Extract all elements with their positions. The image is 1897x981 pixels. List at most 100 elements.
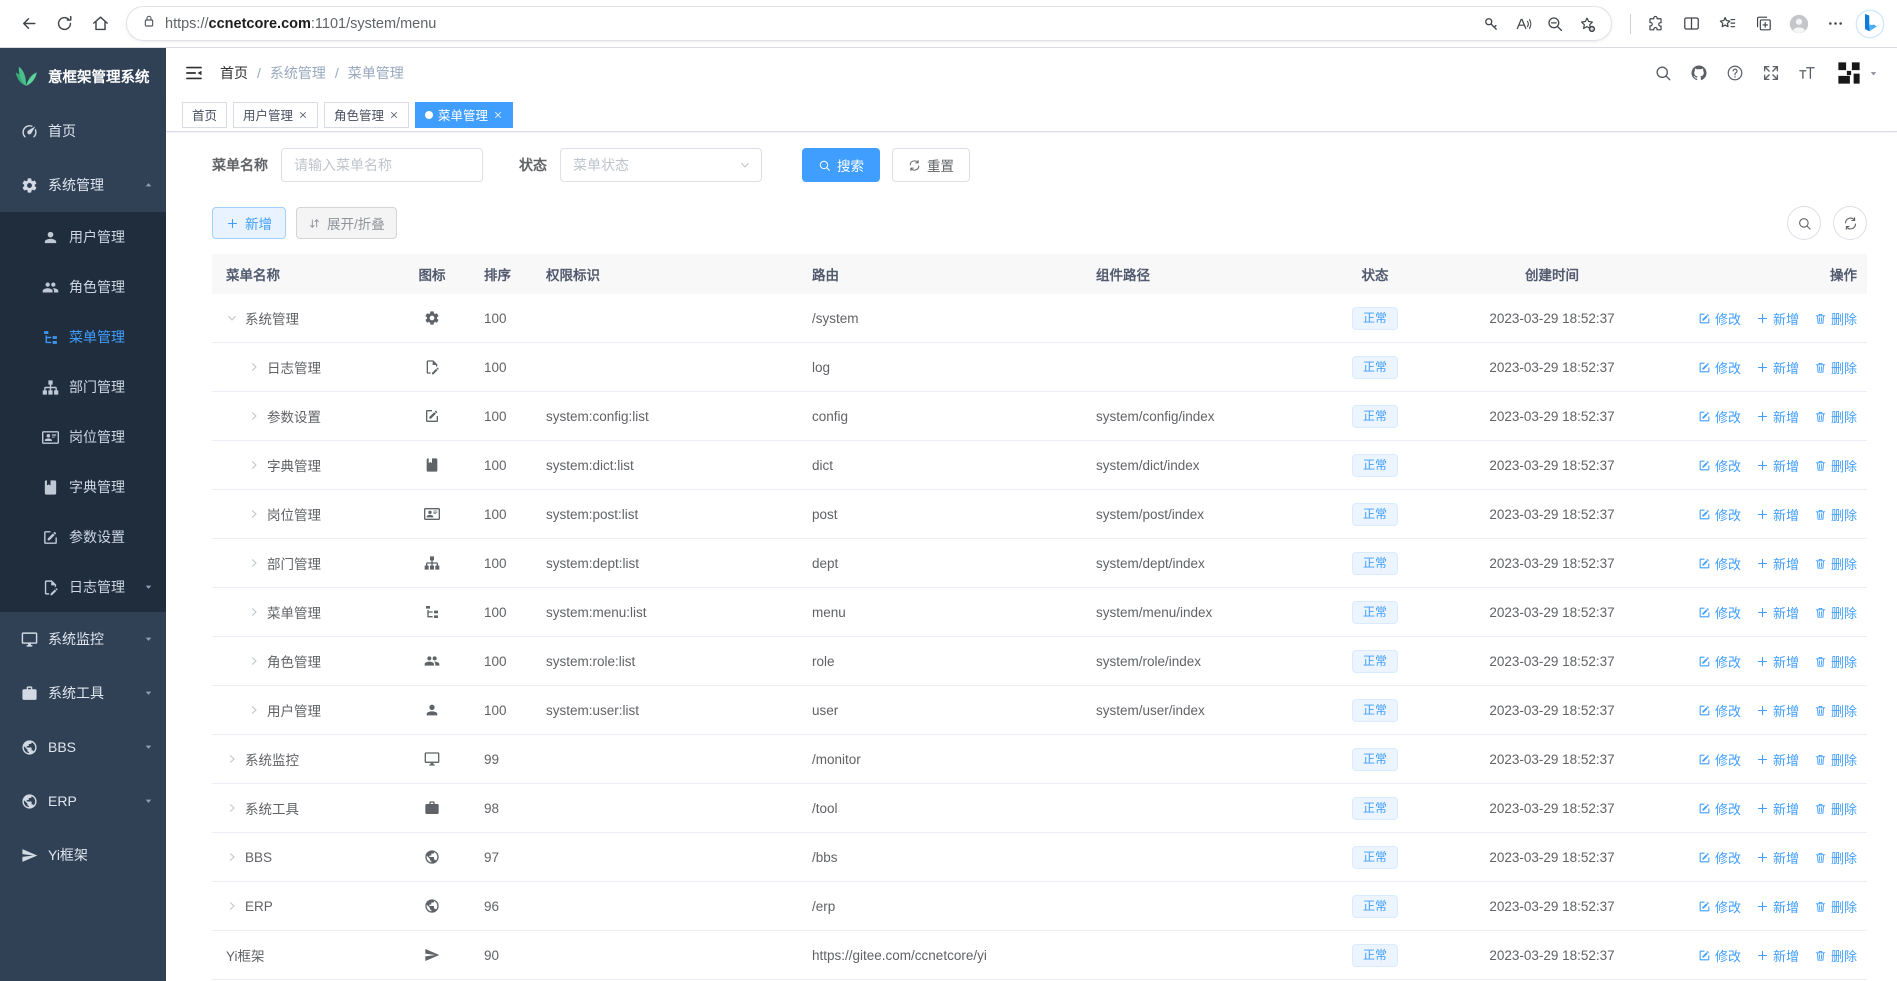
github-icon[interactable]	[1682, 56, 1716, 90]
add-action[interactable]: 新增	[1756, 358, 1799, 377]
sidebar-item-sys-tools[interactable]: 系统工具	[0, 666, 166, 720]
chevron-right-icon[interactable]	[248, 655, 260, 667]
tab-home[interactable]: 首页	[182, 101, 228, 128]
sidebar-item-bbs[interactable]: BBS	[0, 720, 166, 774]
collapse-sidebar-icon[interactable]	[184, 63, 204, 83]
status-select[interactable]: 菜单状态	[560, 148, 762, 182]
add-action[interactable]: 新增	[1756, 701, 1799, 720]
question-icon[interactable]	[1718, 56, 1752, 90]
edit-action[interactable]: 修改	[1698, 456, 1741, 475]
delete-action[interactable]: 删除	[1814, 456, 1857, 475]
sidebar-item-sys-monitor[interactable]: 系统监控	[0, 612, 166, 666]
profile-icon[interactable]	[1781, 6, 1817, 42]
chevron-right-icon[interactable]	[248, 704, 260, 716]
browser-back-button[interactable]	[10, 6, 46, 42]
chevron-right-icon[interactable]	[248, 410, 260, 422]
lock-icon[interactable]	[141, 13, 157, 34]
edit-action[interactable]: 修改	[1698, 358, 1741, 377]
delete-action[interactable]: 删除	[1814, 309, 1857, 328]
sidebar-item-home[interactable]: 首页	[0, 104, 166, 158]
sidebar-item-log-mgmt[interactable]: 日志管理	[0, 562, 166, 612]
delete-action[interactable]: 删除	[1814, 848, 1857, 867]
more-icon[interactable]	[1817, 6, 1853, 42]
close-icon[interactable]	[389, 110, 399, 120]
fontsize-icon[interactable]	[1790, 56, 1824, 90]
edit-action[interactable]: 修改	[1698, 505, 1741, 524]
chevron-right-icon[interactable]	[248, 557, 260, 569]
sidebar-item-menu-mgmt[interactable]: 菜单管理	[0, 312, 166, 362]
sidebar-item-yi-framework[interactable]: Yi框架	[0, 828, 166, 882]
chevron-right-icon[interactable]	[248, 361, 260, 373]
edit-action[interactable]: 修改	[1698, 652, 1741, 671]
chevron-right-icon[interactable]	[226, 753, 238, 765]
add-action[interactable]: 新增	[1756, 750, 1799, 769]
browser-reload-button[interactable]	[46, 6, 82, 42]
delete-action[interactable]: 删除	[1814, 701, 1857, 720]
chevron-right-icon[interactable]	[226, 900, 238, 912]
key-icon[interactable]	[1475, 9, 1507, 39]
zoomout-icon[interactable]	[1539, 9, 1571, 39]
sidebar-item-user-mgmt[interactable]: 用户管理	[0, 212, 166, 262]
tab-role-mgmt[interactable]: 角色管理	[324, 101, 410, 128]
add-action[interactable]: 新增	[1756, 652, 1799, 671]
delete-action[interactable]: 删除	[1814, 505, 1857, 524]
add-action[interactable]: 新增	[1756, 456, 1799, 475]
refresh-table-button[interactable]	[1833, 206, 1867, 240]
add-action[interactable]: 新增	[1756, 946, 1799, 965]
fullscreen-icon[interactable]	[1754, 56, 1788, 90]
add-action[interactable]: 新增	[1756, 897, 1799, 916]
sidebar-item-erp[interactable]: ERP	[0, 774, 166, 828]
sidebar-item-dept-mgmt[interactable]: 部门管理	[0, 362, 166, 412]
add-action[interactable]: 新增	[1756, 554, 1799, 573]
browser-home-button[interactable]	[82, 6, 118, 42]
delete-action[interactable]: 删除	[1814, 358, 1857, 377]
user-avatar[interactable]	[1832, 56, 1866, 90]
edit-action[interactable]: 修改	[1698, 309, 1741, 328]
sidebar-item-system-mgmt[interactable]: 系统管理	[0, 158, 166, 212]
starplus-icon[interactable]	[1571, 9, 1603, 39]
edit-action[interactable]: 修改	[1698, 897, 1741, 916]
close-icon[interactable]	[298, 110, 308, 120]
chevron-right-icon[interactable]	[248, 508, 260, 520]
sidebar-item-post-mgmt[interactable]: 岗位管理	[0, 412, 166, 462]
chevron-down-icon[interactable]	[1868, 68, 1879, 79]
tab-menu-mgmt[interactable]: 菜单管理	[415, 101, 514, 128]
search-icon[interactable]	[1646, 56, 1680, 90]
show-search-button[interactable]	[1787, 206, 1821, 240]
delete-action[interactable]: 删除	[1814, 554, 1857, 573]
delete-action[interactable]: 删除	[1814, 603, 1857, 622]
add-action[interactable]: 新增	[1756, 505, 1799, 524]
sidebar-item-role-mgmt[interactable]: 角色管理	[0, 262, 166, 312]
collections-icon[interactable]	[1745, 6, 1781, 42]
favstar-icon[interactable]	[1709, 6, 1745, 42]
delete-action[interactable]: 删除	[1814, 652, 1857, 671]
sidebar-item-dict-mgmt[interactable]: 字典管理	[0, 462, 166, 512]
edit-action[interactable]: 修改	[1698, 946, 1741, 965]
chevron-down-icon[interactable]	[226, 312, 238, 324]
delete-action[interactable]: 删除	[1814, 946, 1857, 965]
readaloud-icon[interactable]	[1507, 9, 1539, 39]
add-action[interactable]: 新增	[1756, 799, 1799, 818]
extensions-icon[interactable]	[1637, 6, 1673, 42]
split-icon[interactable]	[1673, 6, 1709, 42]
add-button[interactable]: 新增	[212, 207, 286, 239]
add-action[interactable]: 新增	[1756, 603, 1799, 622]
edit-action[interactable]: 修改	[1698, 603, 1741, 622]
breadcrumb-item[interactable]: 首页	[220, 63, 248, 83]
delete-action[interactable]: 删除	[1814, 407, 1857, 426]
delete-action[interactable]: 删除	[1814, 750, 1857, 769]
add-action[interactable]: 新增	[1756, 848, 1799, 867]
chevron-right-icon[interactable]	[226, 851, 238, 863]
menu-name-input[interactable]	[281, 148, 483, 182]
edit-action[interactable]: 修改	[1698, 750, 1741, 769]
search-button[interactable]: 搜索	[802, 148, 880, 182]
delete-action[interactable]: 删除	[1814, 897, 1857, 916]
bing-icon[interactable]	[1853, 7, 1887, 41]
sidebar-item-config-setting[interactable]: 参数设置	[0, 512, 166, 562]
edit-action[interactable]: 修改	[1698, 554, 1741, 573]
edit-action[interactable]: 修改	[1698, 407, 1741, 426]
delete-action[interactable]: 删除	[1814, 799, 1857, 818]
chevron-right-icon[interactable]	[248, 459, 260, 471]
add-action[interactable]: 新增	[1756, 407, 1799, 426]
tab-user-mgmt[interactable]: 用户管理	[233, 101, 319, 128]
